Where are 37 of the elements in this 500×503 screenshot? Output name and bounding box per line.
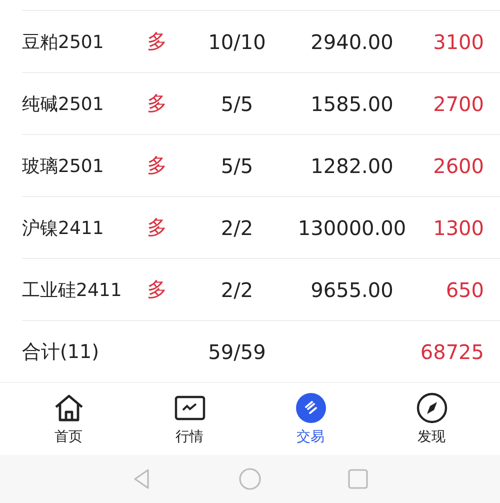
nav-tab[interactable]: 交易 [266, 383, 356, 455]
profit-cell-text: 2700 [432, 92, 484, 116]
price-cell-text: 1585.00 [310, 92, 394, 116]
nav-tab[interactable]: 首页 [24, 383, 114, 455]
compass-icon [416, 392, 448, 424]
price-cell-text: 9655.00 [310, 278, 394, 302]
direction-label: 多 [146, 152, 168, 179]
profit-cell-text: 3100 [432, 30, 484, 54]
recents-icon[interactable] [346, 467, 370, 491]
quantity-cell-text: 2/2 [220, 278, 254, 302]
home-icon [52, 392, 84, 424]
profit-cell-text: 650 [444, 278, 484, 302]
price-cell-text: 130000.00 [296, 216, 408, 240]
trade-icon [294, 392, 326, 424]
home-button-icon[interactable] [238, 467, 262, 491]
direction-label: 多 [146, 90, 168, 117]
contract-name: 纯碱2501 [22, 92, 105, 116]
price-cell-text: 2940.00 [310, 30, 394, 54]
nav-tab[interactable]: 行情 [144, 383, 234, 455]
direction-label: 多 [146, 214, 168, 241]
direction-label: 多 [146, 276, 168, 303]
total-quantity: 59/59 [207, 340, 267, 364]
profit-cell-text: 2600 [432, 154, 484, 178]
total-profit: 68725 [419, 340, 484, 364]
profit-cell-text: 1300 [432, 216, 484, 240]
price-cell-text: 1282.00 [310, 154, 394, 178]
quantity-cell-text: 5/5 [220, 154, 254, 178]
contract-name: 豆粕2501 [22, 30, 105, 54]
quantity-cell-text: 10/10 [207, 30, 267, 54]
quantity-cell-text: 5/5 [220, 92, 254, 116]
nav-tab[interactable]: 发现 [386, 383, 476, 455]
contract-name: 工业硅2411 [22, 278, 123, 302]
contract-name: 玻璃2501 [22, 154, 105, 178]
contract-name: 沪镍2411 [22, 216, 105, 240]
total-label: 合计(11) [22, 340, 100, 364]
quantity-cell-text: 2/2 [220, 216, 254, 240]
direction-label: 多 [146, 28, 168, 55]
